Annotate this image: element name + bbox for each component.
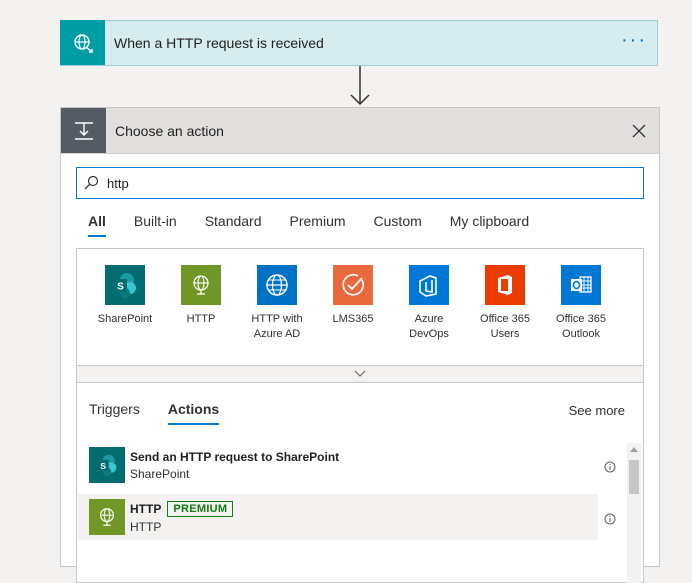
result-row[interactable]: S Send an HTTP request to SharePoint Sha… [78, 442, 598, 488]
result-title: HTTP [130, 501, 162, 516]
connector-label: Office 365 Outlook [556, 313, 606, 340]
sharepoint-icon: S [89, 447, 125, 483]
result-subtitle: HTTP [130, 519, 162, 534]
connector-office365-users[interactable]: Office 365 Users [467, 265, 543, 342]
result-title-row: HTTP PREMIUM [130, 500, 234, 517]
close-icon[interactable] [623, 115, 655, 147]
connector-label: Azure DevOps [409, 313, 449, 340]
trigger-card[interactable]: When a HTTP request is received ··· [60, 20, 658, 66]
tab-all[interactable]: All [88, 213, 106, 237]
action-icon [61, 108, 106, 153]
connector-office365-outlook[interactable]: Office 365 Outlook [543, 265, 619, 342]
scroll-thumb[interactable] [629, 460, 639, 494]
connector-label: HTTP [186, 313, 216, 325]
results-panel: Triggers Actions See more S Send an HTTP… [76, 383, 644, 583]
connector-azure-devops[interactable]: Azure DevOps [391, 265, 467, 342]
connector-lms365[interactable]: LMS365 [315, 265, 391, 342]
chevron-down-icon [354, 370, 366, 377]
globe-icon [257, 265, 297, 305]
trigger-title: When a HTTP request is received [114, 35, 324, 51]
tab-premium[interactable]: Premium [290, 213, 346, 237]
connector-http[interactable]: HTTP [163, 265, 239, 342]
category-tabs: All Built-in Standard Premium Custom My … [88, 213, 557, 237]
tab-actions[interactable]: Actions [167, 401, 220, 425]
http-globe-icon [89, 499, 125, 535]
connector-sharepoint[interactable]: S SharePoint [87, 265, 163, 342]
action-title: Choose an action [115, 122, 224, 139]
flow-arrow-icon [350, 66, 370, 106]
request-globe-icon [60, 20, 105, 65]
result-tabs: Triggers Actions [89, 401, 247, 425]
tab-my-clipboard[interactable]: My clipboard [450, 213, 529, 237]
see-more-link[interactable]: See more [569, 403, 625, 418]
connector-label: SharePoint [97, 313, 153, 325]
choose-action-card: Choose an action All Built-in Standard P… [60, 107, 660, 583]
tab-built-in[interactable]: Built-in [134, 213, 177, 237]
search-icon [83, 175, 107, 191]
scroll-up-icon[interactable] [630, 446, 638, 452]
search-box[interactable] [76, 167, 644, 199]
expand-connectors-button[interactable] [76, 366, 644, 383]
tab-triggers[interactable]: Triggers [89, 401, 140, 425]
tab-custom[interactable]: Custom [374, 213, 422, 237]
lms365-icon [333, 265, 373, 305]
http-globe-icon [181, 265, 221, 305]
results-scrollbar[interactable] [627, 443, 641, 583]
search-input[interactable] [107, 175, 627, 191]
more-options-icon[interactable]: ··· [621, 30, 647, 53]
connector-label: Office 365 Users [480, 313, 530, 340]
info-icon[interactable] [604, 513, 616, 525]
connector-label: HTTP with Azure AD [251, 313, 303, 340]
result-row[interactable]: HTTP PREMIUM HTTP [78, 494, 598, 540]
connector-http-azure-ad[interactable]: HTTP with Azure AD [239, 265, 315, 342]
connectors-panel: S SharePoint HTTP HTTP with Azure AD LMS… [76, 248, 644, 366]
outlook-icon [561, 265, 601, 305]
action-header: Choose an action [61, 108, 659, 154]
premium-badge: PREMIUM [167, 500, 234, 517]
svg-text:S: S [100, 461, 106, 471]
result-title: Send an HTTP request to SharePoint [130, 449, 340, 464]
azure-devops-icon [409, 265, 449, 305]
sharepoint-icon: S [105, 265, 145, 305]
connector-label: LMS365 [332, 313, 374, 325]
svg-text:S: S [117, 282, 124, 293]
tab-standard[interactable]: Standard [205, 213, 262, 237]
result-subtitle: SharePoint [130, 466, 190, 481]
info-icon[interactable] [604, 461, 616, 473]
office-icon [485, 265, 525, 305]
